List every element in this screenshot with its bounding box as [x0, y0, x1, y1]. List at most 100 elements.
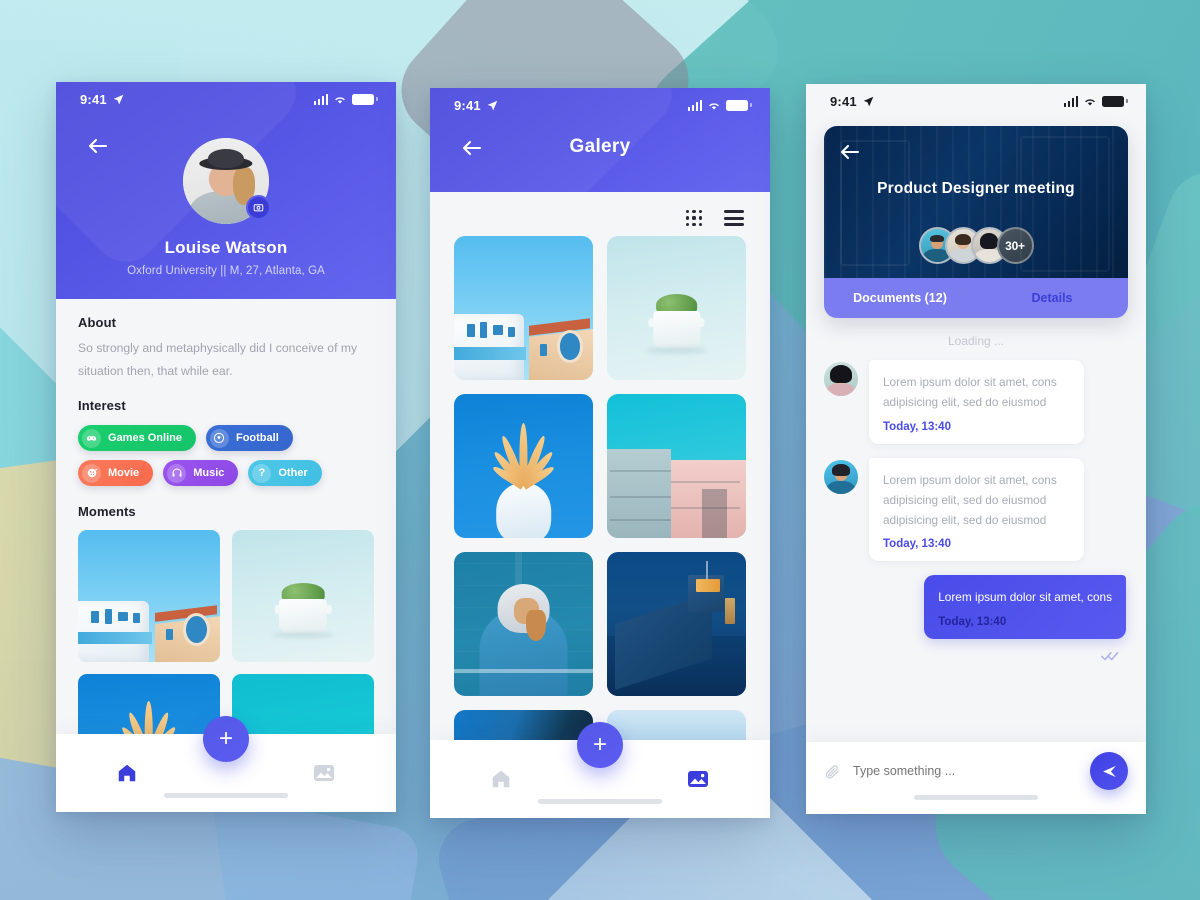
message-composer	[806, 742, 1146, 814]
interest-title: Interest	[78, 398, 126, 414]
photo-art	[78, 530, 220, 663]
gallery-photo[interactable]	[607, 236, 746, 380]
double-check-icon	[1101, 651, 1119, 661]
profile-header: 9:41 Louise Watson Oxford University || …	[56, 82, 396, 299]
status-bar-right	[313, 93, 378, 105]
message-timestamp: Today, 13:40	[883, 420, 951, 433]
message-avatar	[824, 362, 858, 396]
status-bar: 9:41	[56, 82, 396, 116]
gallery-icon	[314, 765, 334, 781]
message-text: Lorem ipsum dolor sit amet, cons adipisi…	[883, 472, 1057, 528]
nav-home-button[interactable]	[116, 762, 138, 784]
send-button[interactable]	[1090, 752, 1128, 790]
back-arrow-icon[interactable]	[838, 140, 862, 164]
interest-tag-label: Movie	[108, 467, 140, 480]
message-timestamp: Today, 13:40	[938, 615, 1007, 628]
interest-tag-label: Other	[278, 467, 308, 480]
interest-tag-label: Music	[193, 467, 225, 480]
photo-art	[607, 394, 746, 538]
send-icon	[1102, 765, 1116, 777]
home-indicator	[914, 795, 1038, 800]
home-indicator	[538, 799, 662, 804]
participant-overflow-count[interactable]: 30+	[996, 227, 1034, 264]
interest-tag-list: Games Online Football Movie Music? Other	[78, 425, 374, 487]
gallery-photo[interactable]	[454, 236, 593, 380]
nav-gallery-button[interactable]	[686, 767, 710, 791]
question-mark-icon: ?	[252, 463, 272, 483]
message-timestamp: Today, 13:40	[883, 538, 951, 551]
nav-gallery-button[interactable]	[312, 761, 336, 785]
wifi-icon	[709, 102, 719, 109]
tab-details[interactable]: Details	[976, 278, 1128, 318]
soccer-ball-icon	[209, 428, 229, 448]
message-bubble[interactable]: Lorem ipsum dolor sit amet, cons adipisi…	[869, 457, 1084, 562]
interest-tag-label: Football	[235, 432, 279, 445]
photo-art	[607, 552, 746, 696]
wifi-icon	[335, 96, 345, 103]
message-bubble[interactable]: Lorem ipsum dolor sit amet, cons Today, 1…	[924, 575, 1126, 639]
battery-icon	[352, 93, 378, 105]
status-bar-left: 9:41	[454, 98, 498, 113]
gallery-icon	[688, 771, 708, 787]
photo-art	[607, 236, 746, 380]
status-bar-right	[1063, 95, 1128, 107]
gallery-photo[interactable]	[607, 552, 746, 696]
message-status	[806, 649, 1146, 667]
phone-profile-screen: 9:41 Louise Watson Oxford University || …	[56, 82, 396, 812]
grid-view-icon[interactable]	[686, 210, 702, 226]
gallery-photo[interactable]	[454, 552, 593, 696]
interest-tag-movie[interactable]: Movie	[78, 460, 154, 487]
location-arrow-icon	[487, 100, 498, 110]
camera-badge-icon[interactable]	[246, 195, 271, 220]
photo-art	[454, 394, 593, 538]
phone-gallery-screen: 9:41 Galery +	[430, 88, 770, 818]
message-input[interactable]	[853, 764, 1078, 778]
profile-subtitle: Oxford University || M, 27, Atlanta, GA	[127, 265, 325, 277]
about-text: So strongly and metaphysically did I con…	[78, 341, 358, 378]
home-indicator	[164, 793, 288, 798]
gallery-grid	[430, 236, 770, 792]
status-bar: 9:41	[430, 88, 770, 122]
profile-name: Louise Watson	[164, 238, 288, 257]
status-bar: 9:41	[806, 84, 1146, 118]
interest-tag-football[interactable]: Football	[205, 425, 293, 452]
message-text: Lorem ipsum dolor sit amet, cons	[938, 590, 1112, 605]
back-arrow-icon[interactable]	[86, 134, 110, 158]
meeting-card: Product Designer meeting 30+ Documents (…	[824, 126, 1128, 318]
gallery-photo[interactable]	[607, 394, 746, 538]
gallery-photo[interactable]	[454, 394, 593, 538]
interest-tag-other[interactable]: ? Other	[248, 460, 322, 487]
home-icon	[118, 764, 136, 782]
interest-tag-label: Games Online	[108, 432, 182, 445]
add-button[interactable]: +	[203, 716, 249, 762]
gamepad-icon	[82, 428, 101, 448]
tab-documents[interactable]: Documents (12)	[824, 278, 976, 318]
moment-thumbnail[interactable]	[78, 530, 220, 663]
participant-avatars[interactable]: 30+	[824, 227, 1128, 264]
film-reel-icon	[82, 463, 101, 483]
location-arrow-icon	[863, 96, 874, 106]
message-row-incoming: Lorem ipsum dolor sit amet, cons adipisi…	[806, 457, 1146, 562]
paperclip-icon[interactable]	[824, 763, 841, 780]
add-button[interactable]: +	[577, 722, 623, 768]
message-text: Lorem ipsum dolor sit amet, cons adipisi…	[883, 375, 1057, 410]
home-icon	[492, 770, 510, 788]
about-title: About	[78, 315, 117, 330]
status-bar-left: 9:41	[830, 94, 874, 109]
meeting-hero: Product Designer meeting 30+	[824, 126, 1128, 278]
gallery-toolbar	[430, 192, 770, 236]
interest-tag-games-online[interactable]: Games Online	[78, 425, 196, 452]
location-arrow-icon	[113, 94, 124, 104]
moment-thumbnail[interactable]	[232, 530, 374, 663]
avatar[interactable]	[183, 138, 271, 224]
interest-tag-music[interactable]: Music	[163, 460, 239, 487]
mockup-stage: 9:41 Louise Watson Oxford University || …	[0, 0, 1200, 900]
meeting-title: Product Designer meeting	[877, 180, 1075, 197]
message-bubble[interactable]: Lorem ipsum dolor sit amet, cons adipisi…	[869, 360, 1084, 444]
list-view-icon[interactable]	[724, 210, 744, 226]
nav-home-button[interactable]	[490, 768, 512, 790]
cellular-bars-icon	[687, 99, 702, 111]
gallery-header: 9:41 Galery	[430, 88, 770, 192]
photo-art	[454, 552, 593, 696]
back-arrow-icon[interactable]	[460, 136, 484, 160]
